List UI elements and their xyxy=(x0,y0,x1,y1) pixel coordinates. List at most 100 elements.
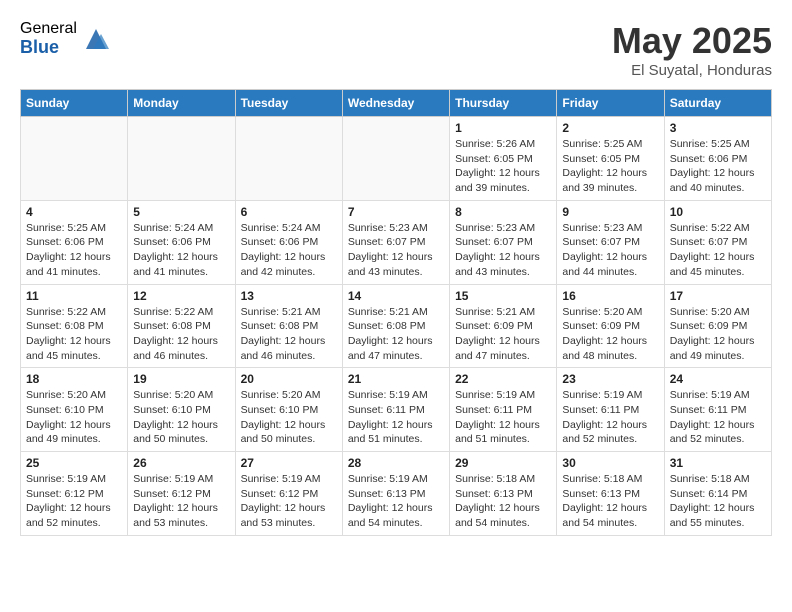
header-day-wednesday: Wednesday xyxy=(342,90,449,117)
day-number: 17 xyxy=(670,289,766,303)
calendar-cell: 22 Sunrise: 5:19 AM Sunset: 6:11 PM Dayli… xyxy=(450,368,557,452)
day-number: 30 xyxy=(562,456,658,470)
day-info: Sunrise: 5:21 AM Sunset: 6:08 PM Dayligh… xyxy=(241,305,337,364)
day-info: Sunrise: 5:19 AM Sunset: 6:12 PM Dayligh… xyxy=(26,472,122,531)
calendar-cell: 3 Sunrise: 5:25 AM Sunset: 6:06 PM Daylig… xyxy=(664,117,771,201)
calendar-cell: 7Sunrise: 5:23 AM Sunset: 6:07 PM Daylig… xyxy=(342,200,449,284)
day-number: 16 xyxy=(562,289,658,303)
day-info: Sunrise: 5:19 AM Sunset: 6:13 PM Dayligh… xyxy=(348,472,444,531)
calendar-cell: 20Sunrise: 5:20 AM Sunset: 6:10 PM Dayli… xyxy=(235,368,342,452)
day-info: Sunrise: 5:18 AM Sunset: 6:13 PM Dayligh… xyxy=(455,472,551,531)
header-day-sunday: Sunday xyxy=(21,90,128,117)
calendar-cell: 25Sunrise: 5:19 AM Sunset: 6:12 PM Dayli… xyxy=(21,452,128,536)
day-info: Sunrise: 5:25 AM Sunset: 6:06 PM Dayligh… xyxy=(26,221,122,280)
day-number: 5 xyxy=(133,205,229,219)
week-row-5: 25Sunrise: 5:19 AM Sunset: 6:12 PM Dayli… xyxy=(21,452,772,536)
calendar-cell: 30 Sunrise: 5:18 AM Sunset: 6:13 PM Dayli… xyxy=(557,452,664,536)
logo-blue-text: Blue xyxy=(20,38,77,58)
location-text: El Suyatal, Honduras xyxy=(612,62,772,79)
day-info: Sunrise: 5:24 AM Sunset: 6:06 PM Dayligh… xyxy=(241,221,337,280)
day-info: Sunrise: 5:20 AM Sunset: 6:09 PM Dayligh… xyxy=(670,305,766,364)
calendar-cell xyxy=(342,117,449,201)
day-info: Sunrise: 5:21 AM Sunset: 6:09 PM Dayligh… xyxy=(455,305,551,364)
day-number: 21 xyxy=(348,372,444,386)
calendar-cell: 28 Sunrise: 5:19 AM Sunset: 6:13 PM Dayli… xyxy=(342,452,449,536)
day-info: Sunrise: 5:18 AM Sunset: 6:13 PM Dayligh… xyxy=(562,472,658,531)
header-day-monday: Monday xyxy=(128,90,235,117)
calendar-cell xyxy=(21,117,128,201)
week-row-3: 11 Sunrise: 5:22 AM Sunset: 6:08 PM Dayli… xyxy=(21,284,772,368)
day-info: Sunrise: 5:25 AM Sunset: 6:06 PM Dayligh… xyxy=(670,137,766,196)
day-info: Sunrise: 5:19 AM Sunset: 6:11 PM Dayligh… xyxy=(455,388,551,447)
day-info: Sunrise: 5:20 AM Sunset: 6:10 PM Dayligh… xyxy=(26,388,122,447)
day-number: 23 xyxy=(562,372,658,386)
day-info: Sunrise: 5:21 AM Sunset: 6:08 PM Dayligh… xyxy=(348,305,444,364)
day-info: Sunrise: 5:23 AM Sunset: 6:07 PM Dayligh… xyxy=(455,221,551,280)
calendar-cell: 13 Sunrise: 5:21 AM Sunset: 6:08 PM Dayli… xyxy=(235,284,342,368)
day-number: 1 xyxy=(455,121,551,135)
page-header: General Blue May 2025 El Suyatal, Hondur… xyxy=(20,20,772,79)
calendar-cell: 4 Sunrise: 5:25 AM Sunset: 6:06 PM Daylig… xyxy=(21,200,128,284)
day-number: 4 xyxy=(26,205,122,219)
calendar-cell: 18 Sunrise: 5:20 AM Sunset: 6:10 PM Dayli… xyxy=(21,368,128,452)
day-number: 15 xyxy=(455,289,551,303)
day-number: 19 xyxy=(133,372,229,386)
day-number: 22 xyxy=(455,372,551,386)
day-number: 12 xyxy=(133,289,229,303)
calendar-cell: 8 Sunrise: 5:23 AM Sunset: 6:07 PM Daylig… xyxy=(450,200,557,284)
calendar-cell: 21Sunrise: 5:19 AM Sunset: 6:11 PM Dayli… xyxy=(342,368,449,452)
day-info: Sunrise: 5:19 AM Sunset: 6:12 PM Dayligh… xyxy=(241,472,337,531)
day-info: Sunrise: 5:22 AM Sunset: 6:08 PM Dayligh… xyxy=(133,305,229,364)
calendar-cell: 15 Sunrise: 5:21 AM Sunset: 6:09 PM Dayli… xyxy=(450,284,557,368)
header-day-friday: Friday xyxy=(557,90,664,117)
day-info: Sunrise: 5:25 AM Sunset: 6:05 PM Dayligh… xyxy=(562,137,658,196)
day-info: Sunrise: 5:22 AM Sunset: 6:08 PM Dayligh… xyxy=(26,305,122,364)
calendar-cell xyxy=(128,117,235,201)
calendar-cell: 19 Sunrise: 5:20 AM Sunset: 6:10 PM Dayli… xyxy=(128,368,235,452)
calendar-cell xyxy=(235,117,342,201)
week-row-2: 4 Sunrise: 5:25 AM Sunset: 6:06 PM Daylig… xyxy=(21,200,772,284)
day-number: 31 xyxy=(670,456,766,470)
day-number: 8 xyxy=(455,205,551,219)
calendar-cell: 29 Sunrise: 5:18 AM Sunset: 6:13 PM Dayli… xyxy=(450,452,557,536)
calendar-table: SundayMondayTuesdayWednesdayThursdayFrid… xyxy=(20,89,772,536)
day-number: 11 xyxy=(26,289,122,303)
calendar-cell: 5 Sunrise: 5:24 AM Sunset: 6:06 PM Daylig… xyxy=(128,200,235,284)
day-number: 18 xyxy=(26,372,122,386)
calendar-body: 1 Sunrise: 5:26 AM Sunset: 6:05 PM Daylig… xyxy=(21,117,772,536)
day-number: 2 xyxy=(562,121,658,135)
calendar-cell: 11 Sunrise: 5:22 AM Sunset: 6:08 PM Dayli… xyxy=(21,284,128,368)
calendar-cell: 31Sunrise: 5:18 AM Sunset: 6:14 PM Dayli… xyxy=(664,452,771,536)
day-number: 14 xyxy=(348,289,444,303)
header-day-saturday: Saturday xyxy=(664,90,771,117)
calendar-cell: 1 Sunrise: 5:26 AM Sunset: 6:05 PM Daylig… xyxy=(450,117,557,201)
calendar-cell: 27 Sunrise: 5:19 AM Sunset: 6:12 PM Dayli… xyxy=(235,452,342,536)
day-info: Sunrise: 5:26 AM Sunset: 6:05 PM Dayligh… xyxy=(455,137,551,196)
logo-text: General Blue xyxy=(20,20,77,57)
calendar-cell: 26Sunrise: 5:19 AM Sunset: 6:12 PM Dayli… xyxy=(128,452,235,536)
logo-icon xyxy=(81,24,111,54)
day-info: Sunrise: 5:19 AM Sunset: 6:11 PM Dayligh… xyxy=(670,388,766,447)
day-info: Sunrise: 5:20 AM Sunset: 6:10 PM Dayligh… xyxy=(133,388,229,447)
day-number: 3 xyxy=(670,121,766,135)
day-info: Sunrise: 5:24 AM Sunset: 6:06 PM Dayligh… xyxy=(133,221,229,280)
header-day-tuesday: Tuesday xyxy=(235,90,342,117)
calendar-cell: 9 Sunrise: 5:23 AM Sunset: 6:07 PM Daylig… xyxy=(557,200,664,284)
calendar-cell: 24 Sunrise: 5:19 AM Sunset: 6:11 PM Dayli… xyxy=(664,368,771,452)
title-block: May 2025 El Suyatal, Honduras xyxy=(612,20,772,79)
day-number: 20 xyxy=(241,372,337,386)
day-info: Sunrise: 5:23 AM Sunset: 6:07 PM Dayligh… xyxy=(562,221,658,280)
week-row-4: 18 Sunrise: 5:20 AM Sunset: 6:10 PM Dayli… xyxy=(21,368,772,452)
calendar-cell: 17 Sunrise: 5:20 AM Sunset: 6:09 PM Dayli… xyxy=(664,284,771,368)
day-info: Sunrise: 5:23 AM Sunset: 6:07 PM Dayligh… xyxy=(348,221,444,280)
logo: General Blue xyxy=(20,20,111,57)
day-number: 28 xyxy=(348,456,444,470)
calendar-cell: 23Sunrise: 5:19 AM Sunset: 6:11 PM Dayli… xyxy=(557,368,664,452)
day-number: 27 xyxy=(241,456,337,470)
logo-general-text: General xyxy=(20,20,77,38)
day-number: 10 xyxy=(670,205,766,219)
day-number: 9 xyxy=(562,205,658,219)
day-number: 24 xyxy=(670,372,766,386)
day-number: 13 xyxy=(241,289,337,303)
day-number: 29 xyxy=(455,456,551,470)
